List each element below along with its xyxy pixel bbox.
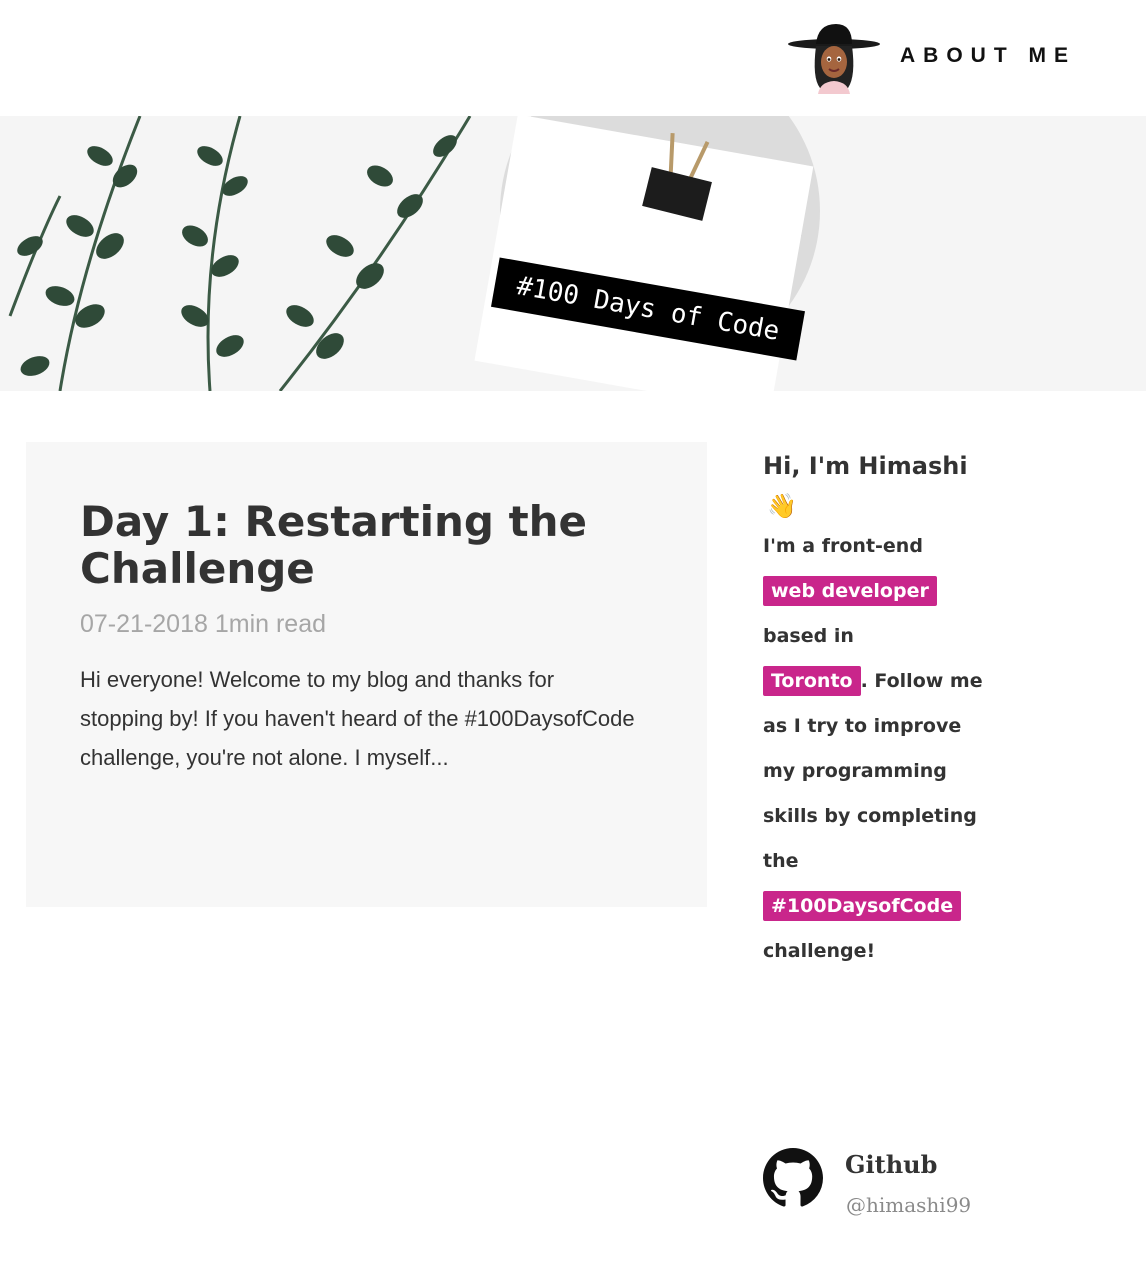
bio-text: I'm a front-end web developer based in T… [763,524,993,974]
greeting-text: Hi, I'm Himashi [763,452,968,480]
hero-banner: #100 Days of Code [0,116,1146,391]
avatar[interactable] [786,18,882,94]
github-icon[interactable] [763,1148,823,1208]
github-link[interactable]: Github [845,1150,937,1179]
bio-intro-4: challenge! [763,939,876,962]
post-title-link[interactable]: Day 1: Restarting the Challenge [80,498,640,592]
highlight-role: web developer [763,575,937,606]
greeting: Hi, I'm Himashi 👋 [763,447,993,526]
post-read-time: 1min read [214,610,327,638]
post-card[interactable]: Day 1: Restarting the Challenge 07-21-20… [26,442,707,907]
nav-about-me-link[interactable]: ABOUT ME [900,44,1076,68]
bio-intro-1: I'm a front-end [763,534,923,557]
wave-icon: 👋 [767,491,797,520]
site-header: ABOUT ME [0,0,1146,116]
highlight-city: Toronto [763,665,861,696]
sidebar-bio: Hi, I'm Himashi 👋 I'm a front-end web dev… [763,447,993,974]
post-date: 07-21-2018 [80,610,208,638]
bio-intro-2: based in [763,624,854,647]
bio-intro-3: . Follow me as I try to improve my progr… [763,669,983,872]
highlight-challenge: #100DaysofCode [763,890,962,921]
post-meta: 07-21-2018 1min read [80,610,326,639]
post-excerpt: Hi everyone! Welcome to my blog and than… [80,667,635,770]
github-handle: @himashi99 [846,1193,972,1217]
